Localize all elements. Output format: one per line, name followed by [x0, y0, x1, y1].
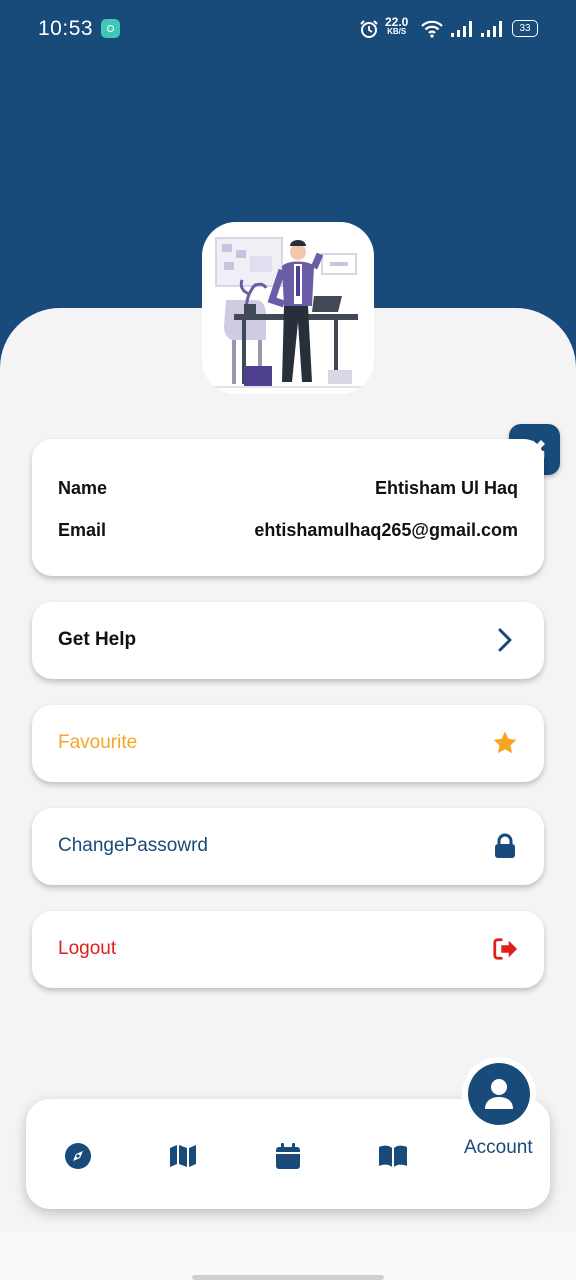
lock-icon	[492, 833, 518, 859]
app-notification-icon	[101, 19, 120, 38]
get-help-button[interactable]: Get Help	[32, 602, 544, 679]
status-bar: 10:53 22.0 KB/S 33	[0, 0, 576, 58]
email-label: Email	[58, 520, 107, 540]
logout-icon	[492, 936, 518, 962]
profile-info-card: Name Ehtisham Ul Haq Email ehtishamulhaq…	[32, 439, 544, 576]
account-tab-circle	[468, 1063, 530, 1125]
favourite-label: Favourite	[58, 732, 138, 753]
change-password-label: ChangePassowrd	[58, 835, 208, 856]
star-icon	[492, 730, 518, 756]
chevron-right-icon	[492, 627, 518, 653]
logout-label: Logout	[58, 938, 117, 959]
network-speed: 22.0 KB/S	[385, 15, 409, 37]
profile-illustration	[202, 222, 374, 394]
compass-icon[interactable]	[63, 1141, 93, 1171]
calendar-icon[interactable]	[273, 1141, 303, 1171]
favourite-button[interactable]: Favourite	[32, 705, 544, 782]
home-indicator[interactable]	[192, 1275, 384, 1280]
get-help-label: Get Help	[58, 629, 137, 650]
account-tab-button[interactable]	[462, 1057, 536, 1131]
map-icon[interactable]	[168, 1141, 198, 1171]
email-value: ehtishamulhaq265@gmail.com	[254, 520, 518, 540]
user-icon	[485, 1079, 513, 1109]
bottom-area	[0, 1232, 576, 1280]
wifi-icon	[421, 20, 443, 38]
signal-icon	[451, 21, 472, 37]
alarm-icon	[360, 20, 378, 38]
email-row: Email ehtishamulhaq265@gmail.com	[58, 520, 518, 544]
name-row: Name Ehtisham Ul Haq	[58, 478, 518, 502]
name-label: Name	[58, 478, 108, 498]
net-speed-unit: KB/S	[387, 27, 407, 36]
battery-icon: 33	[512, 20, 538, 37]
logout-button[interactable]: Logout	[32, 911, 544, 988]
net-speed-value: 22.0	[385, 15, 409, 29]
account-tab-label[interactable]: Account	[464, 1137, 533, 1159]
name-value: Ehtisham Ul Haq	[374, 478, 518, 498]
book-icon[interactable]	[378, 1141, 408, 1171]
status-time: 10:53	[38, 17, 94, 40]
change-password-button[interactable]: ChangePassowrd	[32, 808, 544, 885]
signal-icon-2	[481, 21, 502, 37]
battery-level: 33	[519, 23, 531, 34]
